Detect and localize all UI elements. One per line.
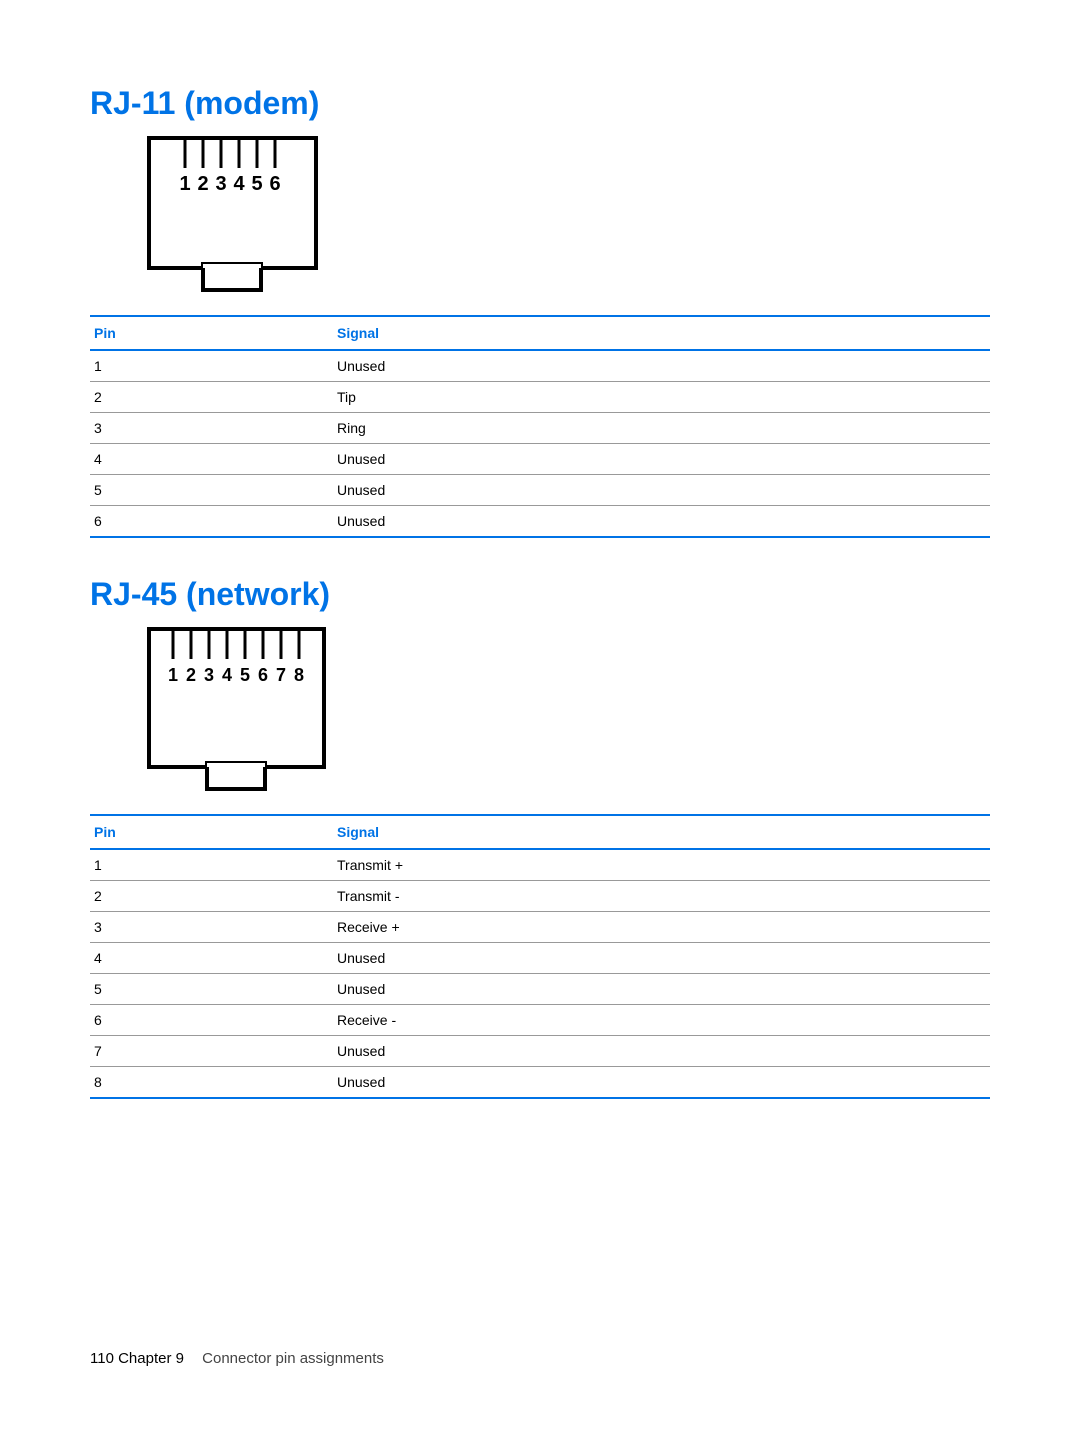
col-pin: Pin (90, 815, 333, 849)
chapter-title: Connector pin assignments (202, 1350, 384, 1367)
pin-cell: 2 (90, 881, 333, 912)
svg-text:5: 5 (240, 665, 250, 685)
svg-text:1: 1 (168, 665, 178, 685)
table-row: 2Tip (90, 382, 990, 413)
signal-cell: Tip (333, 382, 990, 413)
table-row: 5Unused (90, 974, 990, 1005)
table-row: 3Ring (90, 413, 990, 444)
svg-text:6: 6 (269, 173, 280, 195)
svg-text:6: 6 (258, 665, 268, 685)
rj45-table: Pin Signal 1Transmit +2Transmit -3Receiv… (90, 814, 990, 1099)
signal-cell: Transmit - (333, 881, 990, 912)
signal-cell: Unused (333, 506, 990, 538)
table-row: 4Unused (90, 444, 990, 475)
signal-cell: Unused (333, 943, 990, 974)
table-row: 6Unused (90, 506, 990, 538)
signal-cell: Transmit + (333, 849, 990, 881)
rj11-section: RJ-11 (modem) 123456 Pin Signal 1Unused2… (90, 85, 990, 538)
table-row: 4Unused (90, 943, 990, 974)
rj45-connector-diagram: 12345678 (145, 625, 990, 800)
pin-cell: 5 (90, 974, 333, 1005)
table-row: 1Unused (90, 350, 990, 382)
signal-cell: Unused (333, 475, 990, 506)
signal-cell: Unused (333, 350, 990, 382)
svg-text:4: 4 (222, 665, 232, 685)
heading-rj45: RJ-45 (network) (90, 576, 990, 613)
pin-cell: 2 (90, 382, 333, 413)
svg-text:7: 7 (276, 665, 286, 685)
pin-cell: 3 (90, 413, 333, 444)
svg-text:5: 5 (251, 173, 262, 195)
pin-cell: 4 (90, 943, 333, 974)
table-row: 5Unused (90, 475, 990, 506)
rj45-section: RJ-45 (network) 12345678 Pin Signal 1Tra… (90, 576, 990, 1099)
svg-text:2: 2 (186, 665, 196, 685)
rj11-table: Pin Signal 1Unused2Tip3Ring4Unused5Unuse… (90, 315, 990, 538)
signal-cell: Unused (333, 974, 990, 1005)
table-row: 6Receive - (90, 1005, 990, 1036)
signal-cell: Receive - (333, 1005, 990, 1036)
pin-cell: 1 (90, 350, 333, 382)
pin-cell: 3 (90, 912, 333, 943)
col-signal: Signal (333, 815, 990, 849)
pin-cell: 6 (90, 1005, 333, 1036)
svg-text:2: 2 (197, 173, 208, 195)
table-row: 2Transmit - (90, 881, 990, 912)
pin-cell: 4 (90, 444, 333, 475)
svg-text:1: 1 (179, 173, 190, 195)
signal-cell: Unused (333, 1067, 990, 1099)
svg-text:3: 3 (204, 665, 214, 685)
signal-cell: Unused (333, 444, 990, 475)
rj11-connector-diagram: 123456 (145, 134, 990, 301)
svg-text:4: 4 (233, 173, 245, 195)
signal-cell: Ring (333, 413, 990, 444)
signal-cell: Unused (333, 1036, 990, 1067)
table-row: 3Receive + (90, 912, 990, 943)
chapter-label: Chapter 9 (118, 1350, 184, 1367)
page-footer: 110 Chapter 9 Connector pin assignments (90, 1350, 384, 1367)
heading-rj11: RJ-11 (modem) (90, 85, 990, 122)
svg-text:8: 8 (294, 665, 304, 685)
col-pin: Pin (90, 316, 333, 350)
signal-cell: Receive + (333, 912, 990, 943)
pin-cell: 8 (90, 1067, 333, 1099)
table-row: 1Transmit + (90, 849, 990, 881)
pin-cell: 1 (90, 849, 333, 881)
pin-cell: 5 (90, 475, 333, 506)
page-number: 110 (90, 1350, 114, 1367)
col-signal: Signal (333, 316, 990, 350)
pin-cell: 7 (90, 1036, 333, 1067)
svg-text:3: 3 (215, 173, 226, 195)
table-row: 7Unused (90, 1036, 990, 1067)
table-row: 8Unused (90, 1067, 990, 1099)
pin-cell: 6 (90, 506, 333, 538)
